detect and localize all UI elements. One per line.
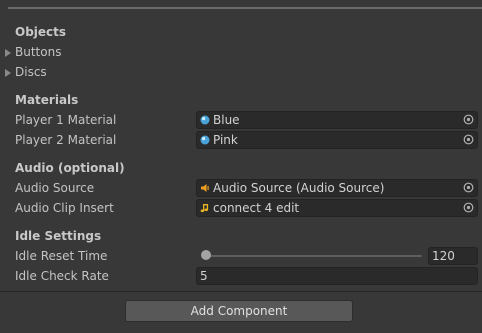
- player2-material-value: Pink: [213, 133, 238, 147]
- player2-material-field[interactable]: Pink: [196, 131, 478, 149]
- audio-source-field[interactable]: Audio Source (Audio Source): [196, 179, 478, 197]
- player1-material-value: Blue: [213, 113, 240, 127]
- object-picker-icon[interactable]: [463, 114, 474, 125]
- idle-reset-value: 120: [432, 249, 455, 263]
- object-picker-icon[interactable]: [463, 134, 474, 145]
- audio-source-speaker-icon: [201, 184, 209, 192]
- audio-clip-value: connect 4 edit: [213, 201, 300, 215]
- section-header-idle: Idle Settings: [15, 229, 102, 243]
- audio-clip-note-icon: [200, 204, 209, 213]
- materials-header-row: Materials: [0, 90, 482, 110]
- object-picker-icon[interactable]: [463, 182, 474, 193]
- foldout-arrow-icon[interactable]: [5, 69, 11, 77]
- idle-reset-input[interactable]: 120: [428, 247, 478, 265]
- material-sphere-icon: [200, 115, 210, 125]
- foldout-arrow-icon[interactable]: [5, 49, 11, 57]
- audio-source-label: Audio Source: [15, 181, 95, 195]
- player1-material-label: Player 1 Material: [15, 113, 117, 127]
- section-header-materials: Materials: [15, 93, 79, 107]
- objects-header-row: Objects: [0, 22, 482, 42]
- idle-check-label: Idle Check Rate: [15, 269, 109, 283]
- object-picker-icon[interactable]: [463, 202, 474, 213]
- idle-reset-slider-handle[interactable]: [201, 250, 211, 260]
- foldout-discs[interactable]: Discs: [0, 62, 482, 82]
- audio-header-row: Audio (optional): [0, 158, 482, 178]
- add-component-button[interactable]: Add Component: [125, 300, 353, 322]
- idle-check-row: Idle Check Rate 5: [0, 266, 482, 286]
- foldout-buttons[interactable]: Buttons: [0, 42, 482, 62]
- foldout-label-buttons: Buttons: [15, 45, 62, 59]
- audio-source-row: Audio Source Audio Source (Audio Source): [0, 178, 482, 198]
- idle-reset-slider-track[interactable]: [202, 255, 422, 257]
- audio-source-value: Audio Source (Audio Source): [213, 181, 385, 195]
- audio-clip-field[interactable]: connect 4 edit: [196, 199, 478, 217]
- player2-material-row: Player 2 Material Pink: [0, 130, 482, 150]
- idle-header-row: Idle Settings: [0, 226, 482, 246]
- idle-check-value: 5: [200, 269, 208, 283]
- foldout-label-discs: Discs: [15, 65, 47, 79]
- idle-reset-label: Idle Reset Time: [15, 249, 108, 263]
- player1-material-row: Player 1 Material Blue: [0, 110, 482, 130]
- player1-material-field[interactable]: Blue: [196, 111, 478, 129]
- audio-clip-label: Audio Clip Insert: [15, 201, 114, 215]
- idle-reset-row: Idle Reset Time 120: [0, 246, 482, 266]
- audio-clip-row: Audio Clip Insert connect 4 edit: [0, 198, 482, 218]
- section-header-audio: Audio (optional): [15, 161, 125, 175]
- idle-check-input[interactable]: 5: [196, 267, 478, 285]
- section-header-objects: Objects: [15, 25, 67, 39]
- inspector-bottom-separator: [0, 291, 482, 292]
- top-separator: [8, 7, 482, 9]
- player2-material-label: Player 2 Material: [15, 133, 117, 147]
- material-sphere-icon: [200, 135, 210, 145]
